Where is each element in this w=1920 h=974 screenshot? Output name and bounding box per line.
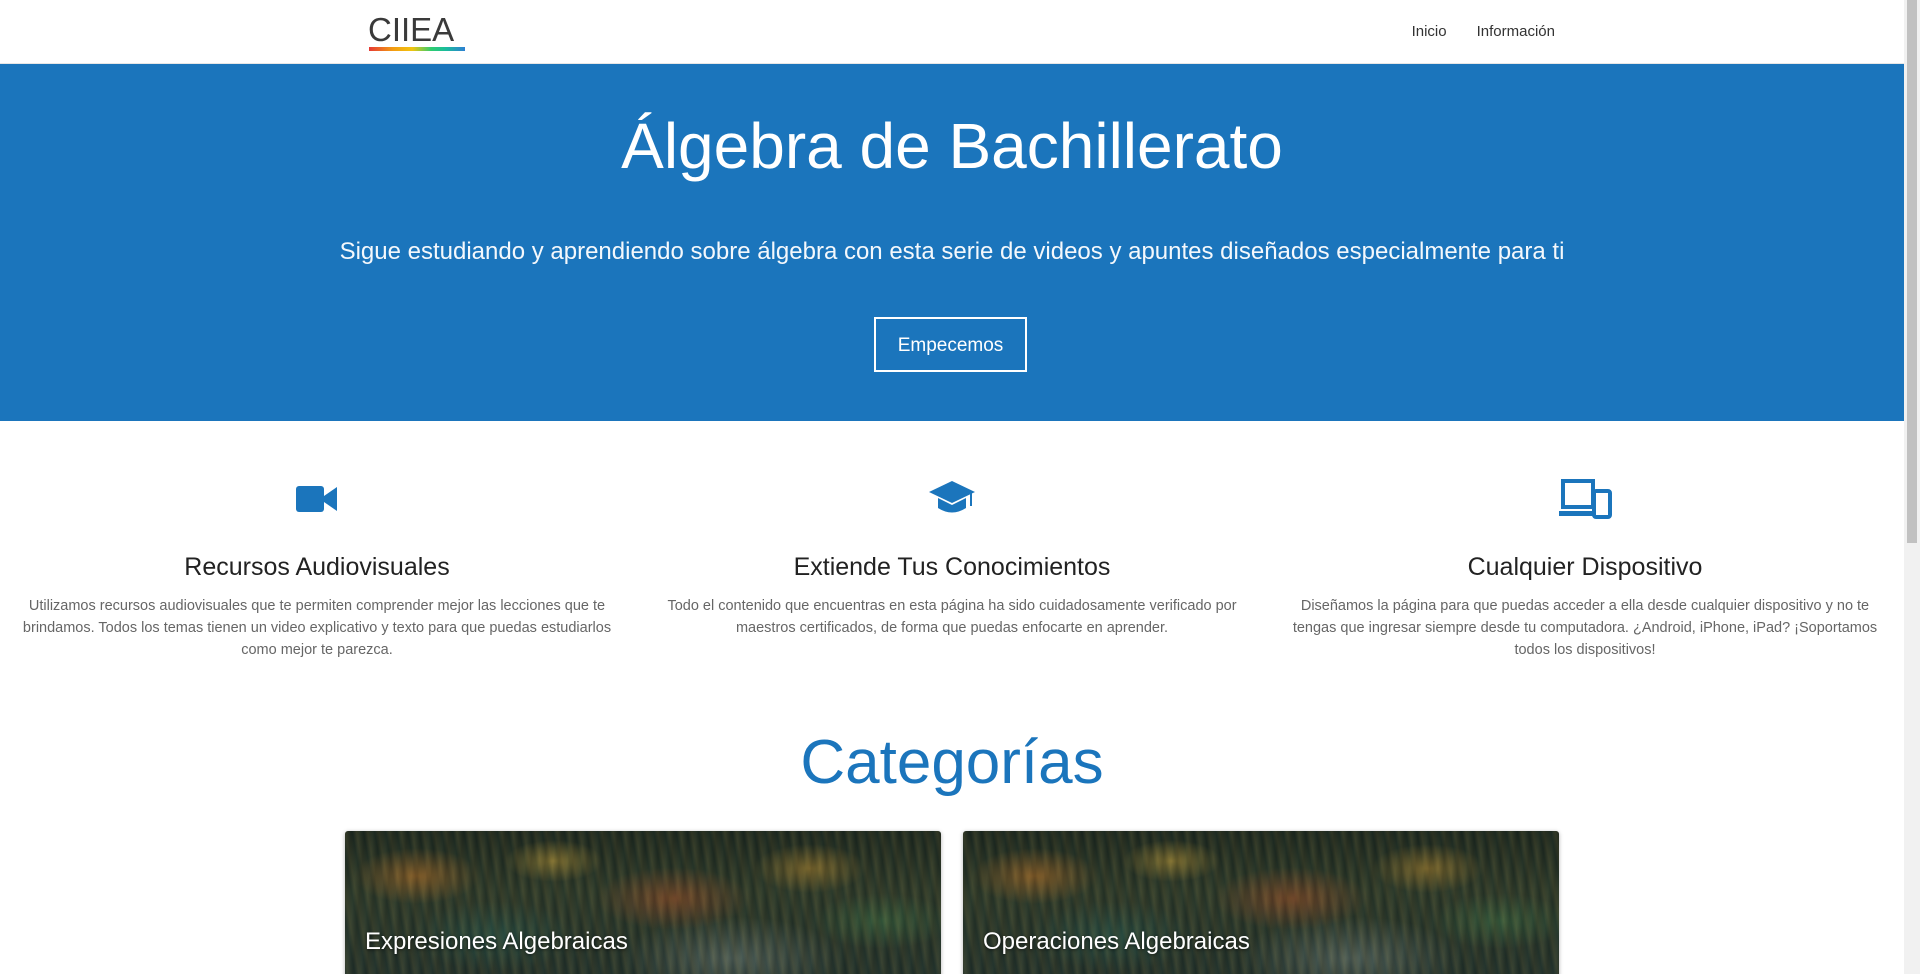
nav-link-inicio[interactable]: Inicio (1412, 22, 1447, 42)
graduation-cap-icon (929, 481, 975, 513)
feature-title: Extiende Tus Conocimientos (793, 553, 1111, 581)
hero-subtitle: Sigue estudiando y aprendiendo sobre álg… (339, 238, 1565, 265)
categories-title: Categorías (800, 728, 1104, 797)
logo-text: CIIEA (368, 11, 455, 48)
features-section: Recursos Audiovisuales Utilizamos recurs… (0, 421, 1904, 681)
feature-title: Recursos Audiovisuales (184, 553, 450, 581)
feature-text: Diseñamos la página para que puedas acce… (1292, 598, 1878, 658)
logo-underline (369, 47, 465, 51)
nav-links: Inicio Información (1412, 22, 1555, 42)
card-label: Expresiones Algebraicas (365, 928, 628, 955)
start-button[interactable]: Empecemos (874, 317, 1027, 372)
category-card-operaciones[interactable]: Operaciones Algebraicas (963, 831, 1559, 974)
page-scrollbar[interactable] (1904, 0, 1920, 974)
video-camera-icon (296, 486, 337, 512)
browser-viewport: CIIEA Inicio Información Álgebra de Bach… (0, 0, 1920, 974)
hero-title: Álgebra de Bachillerato (621, 110, 1283, 182)
feature-text: Todo el contenido que encuentras en esta… (667, 598, 1237, 636)
hero-banner: Álgebra de Bachillerato Sigue estudiando… (0, 64, 1904, 421)
feature-title: Cualquier Dispositivo (1467, 553, 1703, 581)
card-label: Operaciones Algebraicas (983, 928, 1250, 955)
category-card-expresiones[interactable]: Expresiones Algebraicas (345, 831, 941, 974)
devices-icon (1559, 479, 1612, 519)
feature-text: Utilizamos recursos audiovisuales que te… (22, 598, 612, 658)
navbar: CIIEA Inicio Información (0, 0, 1904, 64)
page: CIIEA Inicio Información Álgebra de Bach… (0, 0, 1904, 974)
nav-link-informacion[interactable]: Información (1477, 22, 1555, 42)
site-logo[interactable]: CIIEA (368, 12, 466, 52)
scrollbar-thumb[interactable] (1907, 0, 1917, 543)
